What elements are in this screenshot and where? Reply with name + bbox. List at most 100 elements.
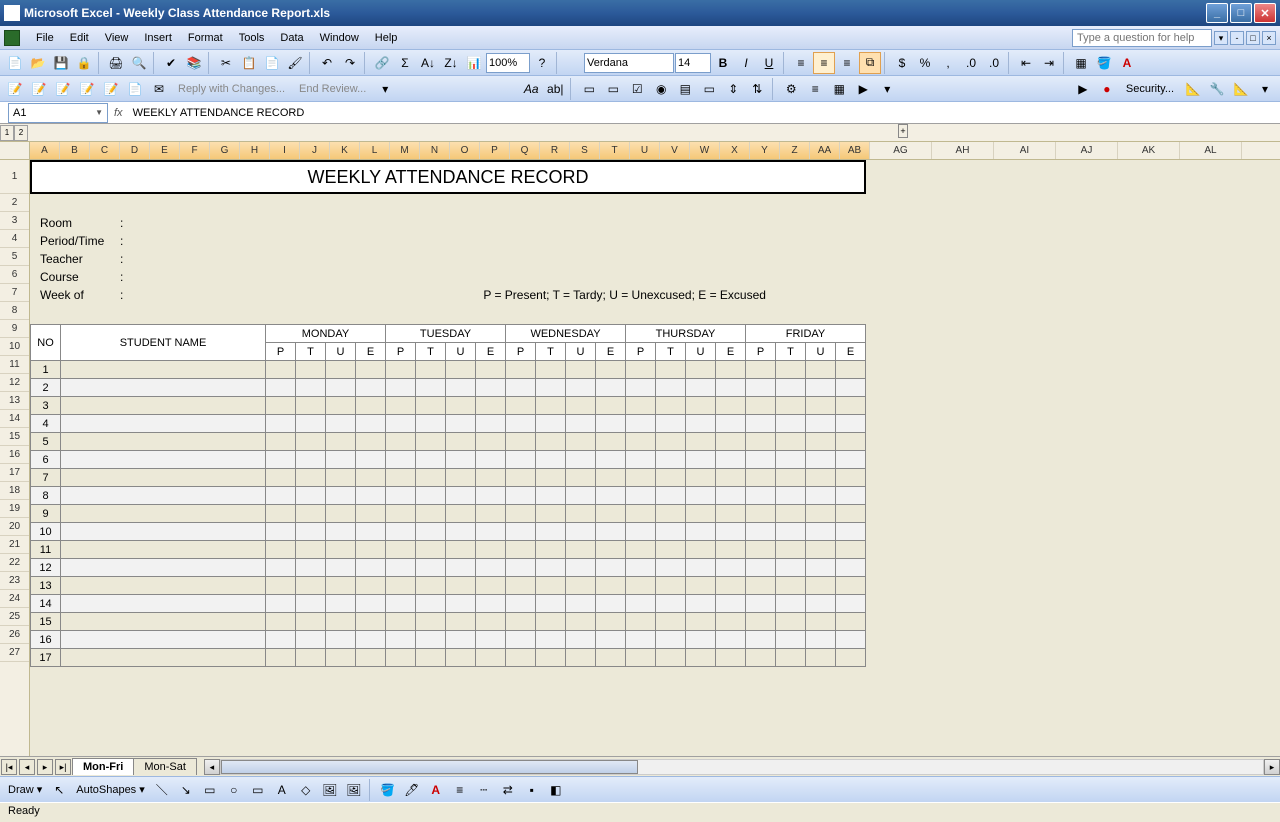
- attendance-cell[interactable]: [296, 469, 326, 487]
- col-header-day[interactable]: MONDAY: [266, 325, 386, 343]
- attendance-cell[interactable]: [296, 595, 326, 613]
- attendance-cell[interactable]: [746, 541, 776, 559]
- row-number-cell[interactable]: 1: [31, 361, 61, 379]
- student-name-cell[interactable]: [61, 595, 266, 613]
- reply-changes-link[interactable]: Reply with Changes...: [172, 83, 291, 95]
- attendance-cell[interactable]: [656, 631, 686, 649]
- attendance-cell[interactable]: [806, 577, 836, 595]
- attendance-cell[interactable]: [356, 649, 386, 667]
- attendance-cell[interactable]: [686, 451, 716, 469]
- attendance-cell[interactable]: [746, 523, 776, 541]
- attendance-cell[interactable]: [566, 451, 596, 469]
- attendance-cell[interactable]: [686, 397, 716, 415]
- row-header[interactable]: 4: [0, 230, 29, 248]
- print-button[interactable]: 🖨: [105, 52, 127, 74]
- column-header[interactable]: AJ: [1056, 142, 1118, 159]
- attendance-cell[interactable]: [296, 649, 326, 667]
- attendance-cell[interactable]: [746, 505, 776, 523]
- form-scroll-button[interactable]: ⇕: [722, 78, 744, 100]
- attendance-cell[interactable]: [326, 523, 356, 541]
- draw-menu[interactable]: Draw ▾: [4, 783, 46, 796]
- attendance-cell[interactable]: [536, 487, 566, 505]
- row-header[interactable]: 16: [0, 446, 29, 464]
- menu-tools[interactable]: Tools: [231, 30, 273, 46]
- bold-button[interactable]: B: [712, 52, 734, 74]
- student-name-cell[interactable]: [61, 559, 266, 577]
- attendance-cell[interactable]: [416, 505, 446, 523]
- attendance-cell[interactable]: [506, 451, 536, 469]
- row-number-cell[interactable]: 16: [31, 631, 61, 649]
- rectangle-button[interactable]: ▭: [199, 779, 221, 801]
- borders-button[interactable]: ▦: [1070, 52, 1092, 74]
- tab-nav-first-icon[interactable]: |◂: [1, 759, 17, 775]
- attendance-cell[interactable]: [626, 379, 656, 397]
- arrow-style-button[interactable]: ⇄: [497, 779, 519, 801]
- attendance-cell[interactable]: [596, 505, 626, 523]
- form-run-button[interactable]: ▶: [852, 78, 874, 100]
- attendance-cell[interactable]: [356, 433, 386, 451]
- attendance-cell[interactable]: [446, 595, 476, 613]
- attendance-cell[interactable]: [806, 487, 836, 505]
- attendance-cell[interactable]: [716, 523, 746, 541]
- attendance-cell[interactable]: [266, 613, 296, 631]
- attendance-cell[interactable]: [776, 451, 806, 469]
- attendance-cell[interactable]: [626, 613, 656, 631]
- attendance-cell[interactable]: [356, 559, 386, 577]
- row-header[interactable]: 27: [0, 644, 29, 662]
- col-header-code[interactable]: U: [446, 343, 476, 361]
- attendance-cell[interactable]: [446, 415, 476, 433]
- attendance-cell[interactable]: [296, 559, 326, 577]
- col-header-name[interactable]: STUDENT NAME: [61, 325, 266, 361]
- attendance-cell[interactable]: [746, 487, 776, 505]
- sheet-title-cell[interactable]: WEEKLY ATTENDANCE RECORD: [30, 160, 866, 194]
- menu-format[interactable]: Format: [180, 30, 231, 46]
- attendance-cell[interactable]: [776, 631, 806, 649]
- attendance-cell[interactable]: [266, 433, 296, 451]
- attendance-cell[interactable]: [686, 361, 716, 379]
- cut-button[interactable]: ✂: [215, 52, 237, 74]
- attendance-cell[interactable]: [806, 631, 836, 649]
- review-button-2[interactable]: 📝: [28, 78, 50, 100]
- attendance-cell[interactable]: [656, 361, 686, 379]
- security-link[interactable]: Security...: [1120, 83, 1180, 95]
- attendance-cell[interactable]: [806, 415, 836, 433]
- column-header[interactable]: Y: [750, 142, 780, 159]
- attendance-cell[interactable]: [626, 541, 656, 559]
- attendance-cell[interactable]: [506, 361, 536, 379]
- attendance-cell[interactable]: [266, 415, 296, 433]
- row-number-cell[interactable]: 17: [31, 649, 61, 667]
- attendance-cell[interactable]: [656, 523, 686, 541]
- attendance-cell[interactable]: [716, 649, 746, 667]
- attendance-cell[interactable]: [626, 451, 656, 469]
- row-header[interactable]: 3: [0, 212, 29, 230]
- row-header[interactable]: 24: [0, 590, 29, 608]
- decrease-indent-button[interactable]: ⇤: [1015, 52, 1037, 74]
- attendance-cell[interactable]: [746, 649, 776, 667]
- form-label-button[interactable]: Aa: [520, 78, 542, 100]
- print-preview-button[interactable]: 🔍: [128, 52, 150, 74]
- col-header-code[interactable]: E: [596, 343, 626, 361]
- open-button[interactable]: 📂: [27, 52, 49, 74]
- attendance-cell[interactable]: [506, 631, 536, 649]
- student-name-cell[interactable]: [61, 379, 266, 397]
- attendance-cell[interactable]: [626, 361, 656, 379]
- form-spinner-button[interactable]: ⇅: [746, 78, 768, 100]
- form-code-button[interactable]: ≡: [804, 78, 826, 100]
- col-header-day[interactable]: WEDNESDAY: [506, 325, 626, 343]
- attendance-cell[interactable]: [716, 541, 746, 559]
- save-button[interactable]: 💾: [50, 52, 72, 74]
- attendance-cell[interactable]: [266, 631, 296, 649]
- attendance-cell[interactable]: [626, 433, 656, 451]
- attendance-cell[interactable]: [266, 379, 296, 397]
- attendance-cell[interactable]: [416, 541, 446, 559]
- attendance-cell[interactable]: [476, 361, 506, 379]
- attendance-cell[interactable]: [746, 415, 776, 433]
- attendance-cell[interactable]: [776, 523, 806, 541]
- attendance-cell[interactable]: [386, 631, 416, 649]
- column-header[interactable]: AH: [932, 142, 994, 159]
- attendance-cell[interactable]: [596, 487, 626, 505]
- attendance-cell[interactable]: [416, 361, 446, 379]
- select-all-corner[interactable]: [0, 142, 30, 160]
- attendance-cell[interactable]: [566, 397, 596, 415]
- picture-button[interactable]: 🖼: [343, 779, 365, 801]
